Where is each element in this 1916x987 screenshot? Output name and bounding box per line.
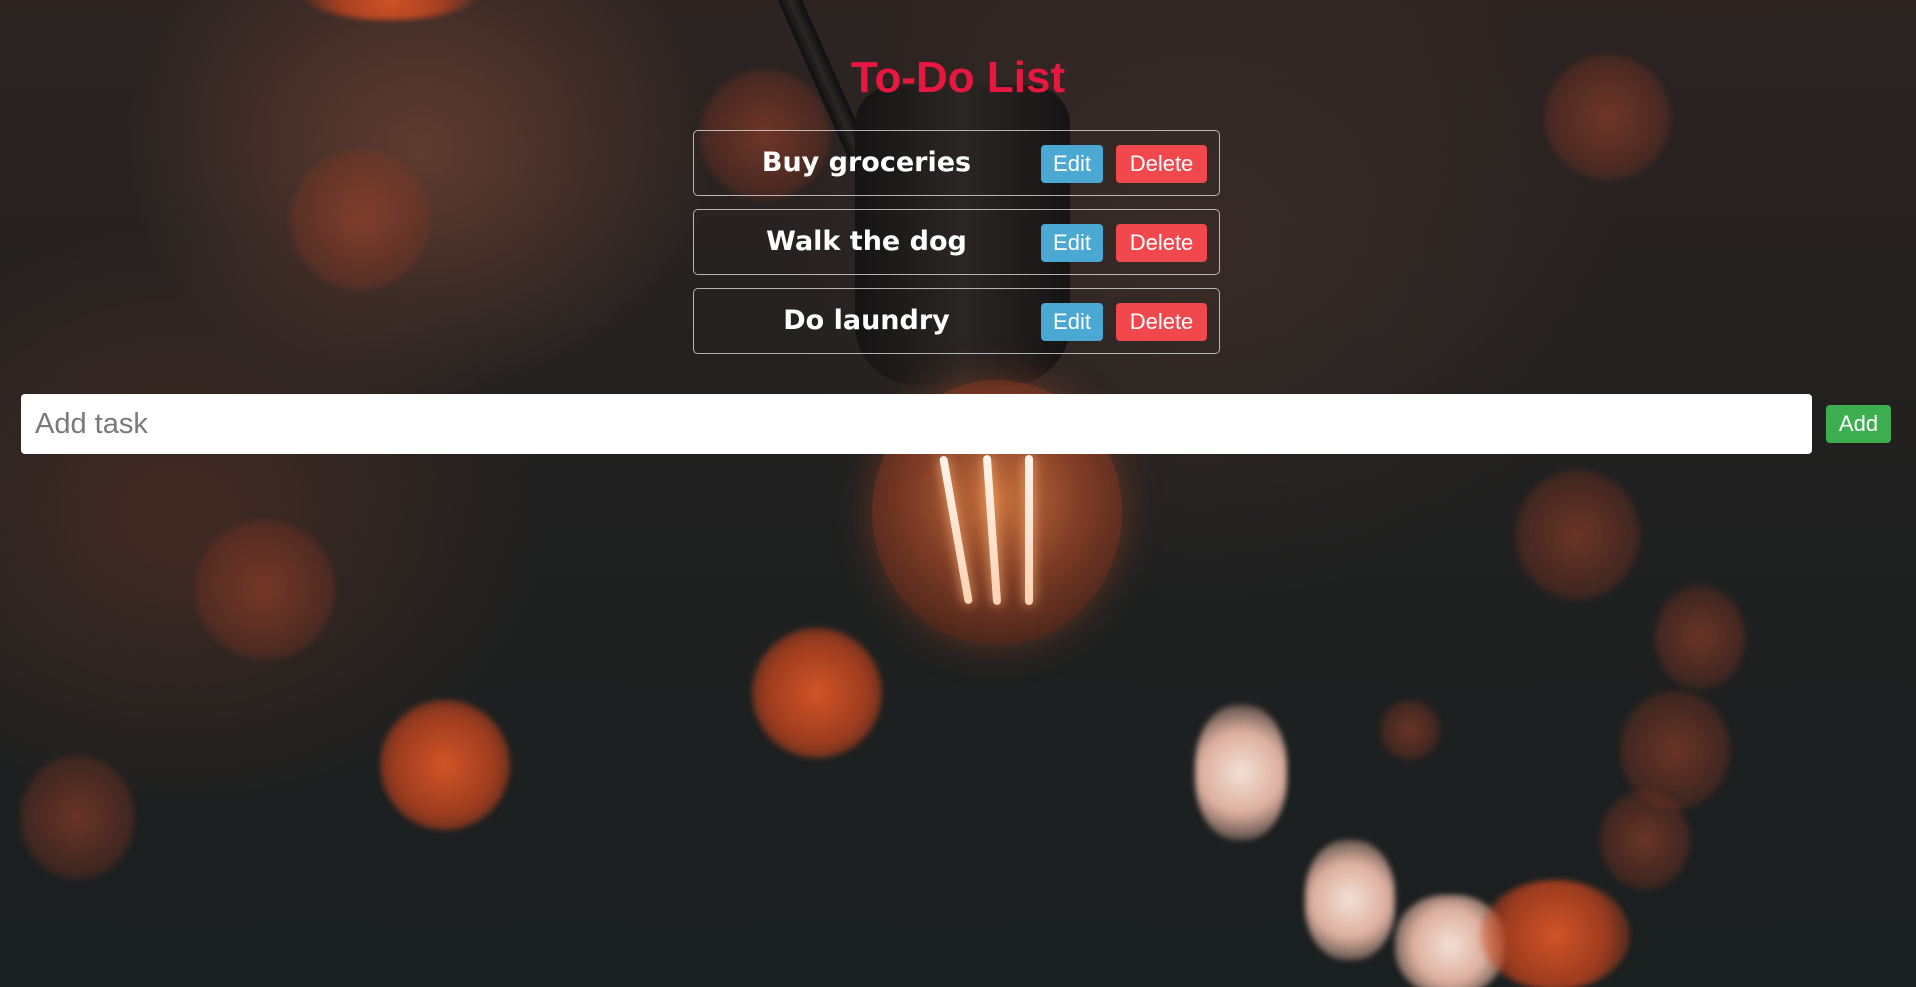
bokeh-light [1600, 790, 1690, 890]
task-text: Do laundry [783, 305, 950, 336]
bokeh-light [1655, 585, 1745, 690]
bokeh-light [300, 0, 480, 20]
bokeh-light [20, 755, 135, 880]
bulb-filament [1025, 455, 1033, 605]
task-item: Walk the dog Edit Delete [693, 209, 1220, 275]
bokeh-light [1305, 840, 1395, 960]
add-task-input[interactable] [21, 394, 1812, 454]
task-text: Buy groceries [761, 147, 972, 178]
task-list: Buy groceries Edit Delete Walk the dog E… [693, 130, 1220, 367]
bokeh-light [380, 700, 510, 830]
bokeh-light [290, 150, 430, 290]
task-item: Buy groceries Edit Delete [693, 130, 1220, 196]
delete-button[interactable]: Delete [1116, 224, 1207, 262]
edit-button[interactable]: Edit [1041, 145, 1103, 183]
page-title: To-Do List [850, 53, 1066, 102]
bokeh-light [1195, 705, 1287, 840]
edit-button[interactable]: Edit [1041, 303, 1103, 341]
task-text: Walk the dog [766, 226, 967, 257]
task-item: Do laundry Edit Delete [693, 288, 1220, 354]
bokeh-light [1515, 470, 1640, 600]
bokeh-light [1380, 700, 1440, 760]
bokeh-light [195, 520, 335, 660]
add-button[interactable]: Add [1826, 405, 1891, 443]
delete-button[interactable]: Delete [1116, 145, 1207, 183]
bokeh-light [752, 628, 882, 758]
delete-button[interactable]: Delete [1116, 303, 1207, 341]
bokeh-light [1480, 880, 1630, 987]
edit-button[interactable]: Edit [1041, 224, 1103, 262]
add-task-form: Add [21, 394, 1891, 455]
